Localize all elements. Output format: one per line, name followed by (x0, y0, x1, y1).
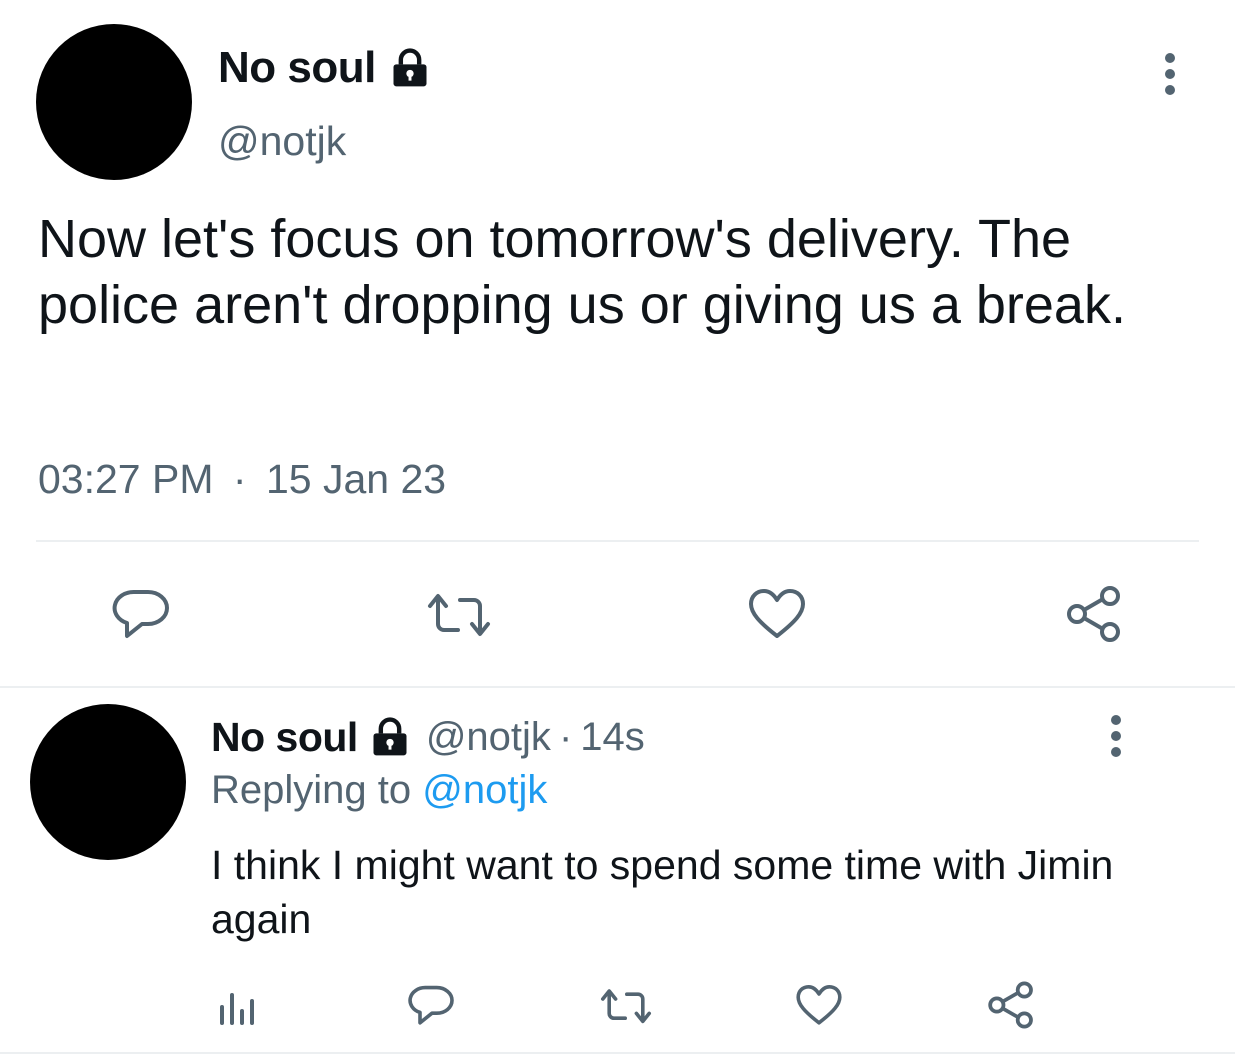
lock-icon (368, 715, 412, 759)
share-icon[interactable] (1064, 584, 1124, 644)
more-vertical-icon[interactable] (1158, 52, 1182, 96)
timestamp-row: 03:27 PM · 15 Jan 23 (38, 456, 446, 503)
handle[interactable]: @notjk (426, 715, 551, 760)
reply-icon[interactable] (112, 588, 172, 642)
section-divider (0, 686, 1235, 688)
tweet-date[interactable]: 15 Jan 23 (266, 456, 446, 502)
lock-icon (388, 46, 432, 90)
heart-icon[interactable] (747, 588, 807, 642)
author-row: No soul (218, 42, 432, 94)
reply-icon[interactable] (408, 984, 456, 1028)
tweet-text: Now let's focus on tomorrow's delivery. … (38, 209, 1126, 335)
retweet-icon[interactable] (598, 986, 654, 1028)
tweet-age[interactable]: 14s (580, 715, 645, 760)
display-name[interactable]: No soul (211, 714, 358, 761)
replying-to: Replying to @notjk (211, 768, 547, 813)
bottom-divider (0, 1052, 1235, 1054)
separator: · (232, 456, 247, 502)
analytics-icon[interactable] (217, 985, 257, 1027)
divider (36, 540, 1199, 542)
more-vertical-icon[interactable] (1104, 714, 1128, 758)
replying-prefix: Replying to (211, 768, 412, 812)
tweet-text: I think I might want to spend some time … (211, 842, 1114, 942)
reply-author-row: No soul @notjk · 14s (211, 712, 645, 762)
tweet-time[interactable]: 03:27 PM (38, 456, 214, 502)
heart-icon[interactable] (795, 984, 843, 1028)
separator: · (558, 714, 573, 759)
display-name[interactable]: No soul (218, 43, 376, 93)
share-icon[interactable] (986, 980, 1036, 1030)
handle[interactable]: @notjk (218, 118, 346, 165)
avatar[interactable] (30, 704, 186, 860)
retweet-icon[interactable] (424, 590, 494, 642)
replying-handle-link[interactable]: @notjk (422, 768, 547, 812)
avatar[interactable] (36, 24, 192, 180)
